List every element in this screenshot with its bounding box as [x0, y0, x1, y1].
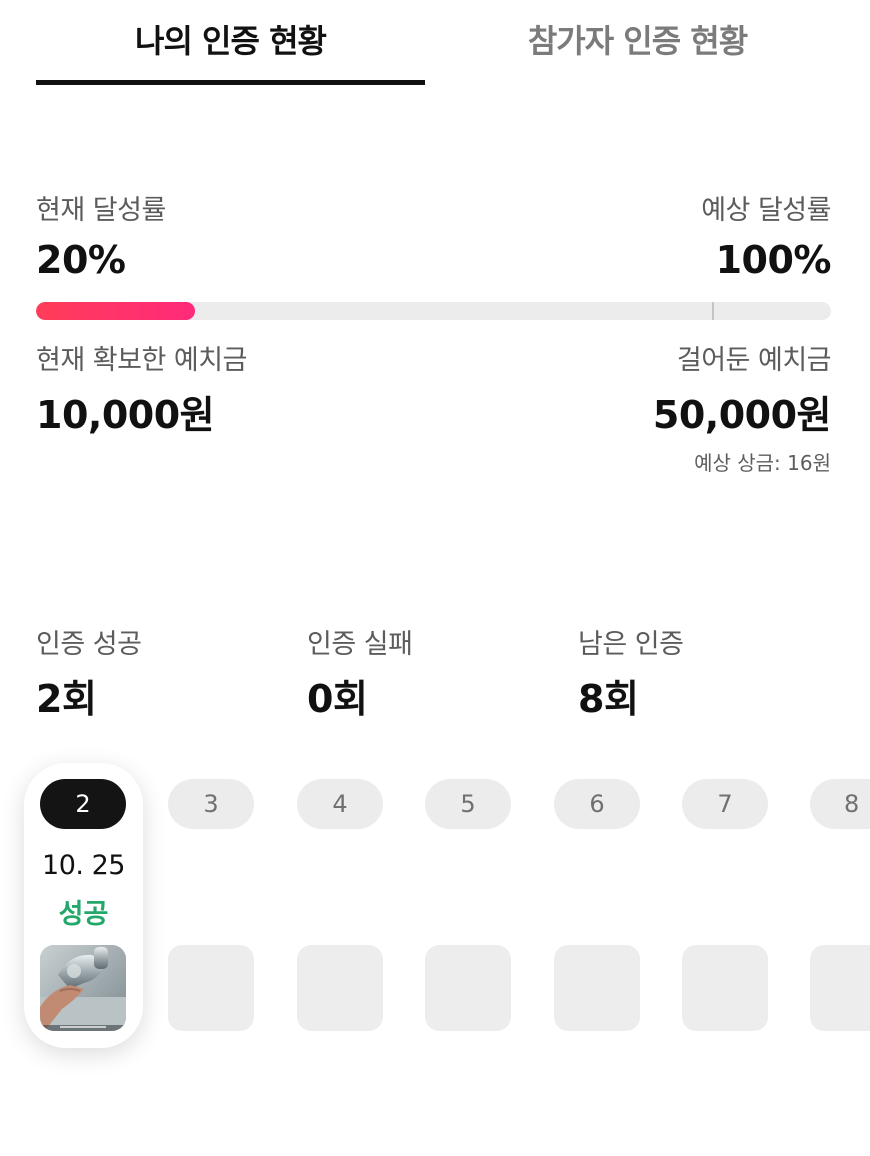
empty-photo-slot-7[interactable] — [682, 945, 768, 1031]
empty-photo-slot-5[interactable] — [425, 945, 511, 1031]
empty-photo-slot-8[interactable] — [810, 945, 870, 1031]
empty-photo-slot-3[interactable] — [168, 945, 254, 1031]
empty-photo-slot-4[interactable] — [297, 945, 383, 1031]
staked-deposit-value: 50,000원 — [652, 393, 832, 437]
expected-achievement-marker — [712, 302, 714, 320]
secured-deposit-value: 10,000원 — [36, 393, 215, 437]
expected-achievement-label: 예상 달성률 — [701, 195, 831, 226]
empty-photo-slot-6[interactable] — [554, 945, 640, 1031]
day-pill-8[interactable]: 8 — [810, 779, 870, 829]
current-achievement-value: 20% — [36, 238, 126, 282]
selected-day-status: 성공 — [58, 899, 109, 930]
current-achievement-label: 현재 달성률 — [36, 195, 166, 226]
faucet-photo-icon — [40, 945, 126, 1031]
day-pill-6[interactable]: 6 — [554, 779, 640, 829]
expected-achievement-value: 100% — [715, 238, 832, 282]
selected-day-date: 10. 25 — [42, 850, 125, 881]
secured-deposit-label: 현재 확보한 예치금 — [36, 345, 247, 376]
achievement-progress-fill — [36, 302, 195, 320]
expected-prize: 예상 상금: 16원 — [694, 451, 831, 475]
day-pill-7[interactable]: 7 — [682, 779, 768, 829]
verification-photo[interactable] — [40, 945, 126, 1031]
challenge-status-page: 나의 인증 현황 참가자 인증 현황 현재 달성률 예상 달성률 20% 100… — [0, 0, 870, 1156]
day-pill-4[interactable]: 4 — [297, 779, 383, 829]
status-tabs: 나의 인증 현황 참가자 인증 현황 — [0, 0, 870, 90]
staked-deposit-label: 걸어둔 예치금 — [676, 345, 832, 376]
remaining-count-value: 8회 — [578, 677, 639, 721]
day-pill-3[interactable]: 3 — [168, 779, 254, 829]
fail-count-label: 인증 실패 — [307, 629, 413, 660]
success-count-label: 인증 성공 — [36, 629, 142, 660]
fail-count-value: 0회 — [307, 677, 368, 721]
day-pill-5[interactable]: 5 — [425, 779, 511, 829]
tab-participant-status[interactable]: 참가자 인증 현황 — [445, 16, 830, 62]
success-count-value: 2회 — [36, 677, 97, 721]
day-pill-2[interactable]: 2 — [40, 779, 126, 829]
remaining-count-label: 남은 인증 — [578, 629, 684, 660]
active-tab-indicator — [36, 80, 425, 85]
tab-my-status[interactable]: 나의 인증 현황 — [36, 16, 425, 62]
